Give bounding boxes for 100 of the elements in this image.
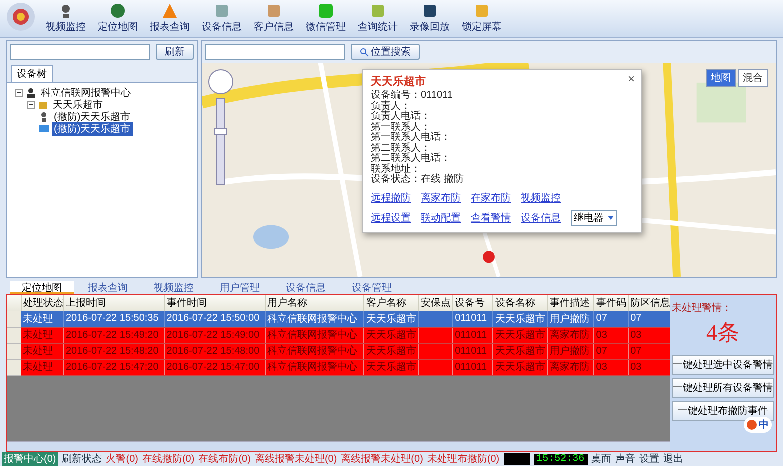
table-cell: 科立信联网报警中心 (265, 343, 364, 359)
table-cell: 2016-07-22 15:49:00 (164, 327, 266, 343)
toolbar-button[interactable]: 客户信息 (252, 3, 296, 34)
tree-item[interactable]: 科立信联网报警中心 (39, 86, 133, 100)
status-item[interactable]: 退出 (664, 452, 684, 466)
table-cell: 科立信联网报警中心 (265, 311, 364, 327)
batch-process-button[interactable]: 一键处理布撤防事件 (672, 401, 774, 421)
table-cell: 天天乐超市 (364, 359, 418, 375)
table-cell: 天天乐超市 (492, 327, 548, 343)
table-cell: 天天乐超市 (492, 359, 548, 375)
column-header: 上报时间 (63, 295, 164, 311)
action-link[interactable]: 离家布防 (421, 190, 461, 204)
toolbar-button[interactable]: 设备信息 (200, 3, 244, 34)
status-item[interactable]: 桌面 (592, 452, 612, 466)
warning-icon (162, 3, 178, 19)
column-header: 事件码 (594, 295, 628, 311)
toolbar-button[interactable]: 查询统计 (356, 3, 400, 34)
column-header: 设备名称 (492, 295, 548, 311)
column-header: 处理状态 (21, 295, 64, 311)
table-cell: 03 (594, 359, 628, 375)
table-cell: 离家布防 (547, 359, 594, 375)
location-search-button[interactable]: 位置搜索 (351, 44, 420, 60)
table-cell: 未处理 (21, 311, 64, 327)
table-cell: 离家布防 (547, 327, 594, 343)
table-cell: 03 (594, 327, 628, 343)
tree-item[interactable]: (撤防)天天乐超市 (52, 110, 133, 124)
info-line: 第二联系人： (371, 144, 431, 154)
table-cell: 2016-07-22 15:47:20 (63, 359, 164, 375)
tab[interactable]: 设备管理 (340, 281, 404, 294)
tab[interactable]: 定位地图 (10, 281, 74, 294)
table-cell: 2016-07-22 15:48:00 (164, 343, 266, 359)
table-cell: 2016-07-22 15:49:20 (63, 327, 164, 343)
toolbar-button[interactable]: 报表查询 (148, 3, 192, 34)
tree-item[interactable]: (撤防)天天乐超市 (52, 122, 133, 136)
table-cell: 用户撤防 (547, 343, 594, 359)
action-link[interactable]: 在家布防 (471, 190, 511, 204)
map-type-button[interactable]: 混合 (738, 69, 768, 87)
search-field[interactable] (205, 44, 345, 60)
tree-item[interactable]: 天天乐超市 (51, 98, 105, 112)
map-type-button[interactable]: 地图 (706, 69, 736, 87)
pending-label: 未处理警情： (672, 302, 733, 315)
globe-icon (110, 3, 126, 19)
toolbar-button[interactable]: 定位地图 (96, 3, 140, 34)
search-icon (360, 48, 369, 56)
status-counter: 离线报警未处理(0) (341, 452, 424, 466)
table-cell: 未处理 (21, 327, 64, 343)
refresh-button[interactable]: 刷新 (156, 44, 194, 60)
tab[interactable]: 设备树 (11, 65, 53, 82)
info-line: 第一联系人电话： (371, 133, 452, 143)
column-header: 事件时间 (164, 295, 266, 311)
table-cell: 07 (594, 311, 628, 327)
action-link[interactable]: 设备信息 (521, 210, 561, 224)
action-link[interactable]: 联动配置 (421, 210, 461, 224)
tab[interactable]: 设备信息 (274, 281, 338, 294)
info-line: 负责人电话： (371, 112, 432, 122)
info-line: 第二联系人电话： (371, 154, 452, 164)
collapse-toggle[interactable] (27, 101, 35, 109)
table-cell: 天天乐超市 (364, 327, 418, 343)
logo-icon[interactable] (6, 2, 36, 32)
table-cell: 用户撤防 (547, 311, 594, 327)
caret-icon (608, 216, 614, 220)
info-line: 设备编号：011011 (371, 91, 454, 101)
status-counter: 火警(0) (106, 452, 138, 466)
action-link[interactable]: 查看警情 (471, 210, 511, 224)
table-cell: 科立信联网报警中心 (265, 327, 364, 343)
toolbar-button[interactable]: 微信管理 (304, 3, 348, 34)
status-indicator (504, 453, 530, 465)
table-cell: 011011 (452, 343, 493, 359)
action-link[interactable]: 远程撤防 (371, 190, 411, 204)
collapse-toggle[interactable] (15, 89, 23, 97)
toolbar-button[interactable]: 视频监控 (44, 3, 88, 34)
search-field[interactable] (10, 44, 150, 60)
status-refresh[interactable]: 刷新状态 (62, 452, 102, 466)
scrollbar[interactable] (7, 441, 670, 451)
relay-select[interactable]: 继电器 (571, 210, 617, 226)
batch-process-button[interactable]: 一键处理选中设备警情 (672, 355, 774, 375)
table-cell: 011011 (452, 359, 493, 375)
table-cell: 未处理 (21, 359, 64, 375)
table-cell: 天天乐超市 (492, 311, 548, 327)
status-item[interactable]: 声音 (616, 452, 636, 466)
table-cell: 07 (594, 343, 628, 359)
close-button[interactable]: × (628, 72, 635, 86)
status-counter: 未处理布撤防(0) (427, 452, 500, 466)
tab[interactable]: 视频监控 (142, 281, 206, 294)
column-header: 用户名称 (265, 295, 364, 311)
table-cell: 天天乐超市 (492, 343, 548, 359)
ime-logo-icon (747, 420, 757, 430)
clock: 15:52:36 (534, 454, 588, 464)
toolbar-button[interactable]: 录像回放 (408, 3, 452, 34)
status-item[interactable]: 设置 (640, 452, 660, 466)
info-line: 联系地址： (371, 164, 421, 174)
toolbar-button[interactable]: 锁定屏幕 (460, 3, 504, 34)
tab[interactable]: 报表查询 (76, 281, 140, 294)
action-link[interactable]: 远程设置 (371, 210, 411, 224)
action-link[interactable]: 视频监控 (521, 190, 561, 204)
tab[interactable]: 用户管理 (208, 281, 272, 294)
batch-process-button[interactable]: 一键处理所有设备警情 (672, 378, 774, 398)
ime-toolbar[interactable]: 中 (744, 417, 772, 433)
popup-title: 天天乐超市 (371, 74, 426, 89)
table-cell: 天天乐超市 (364, 311, 418, 327)
